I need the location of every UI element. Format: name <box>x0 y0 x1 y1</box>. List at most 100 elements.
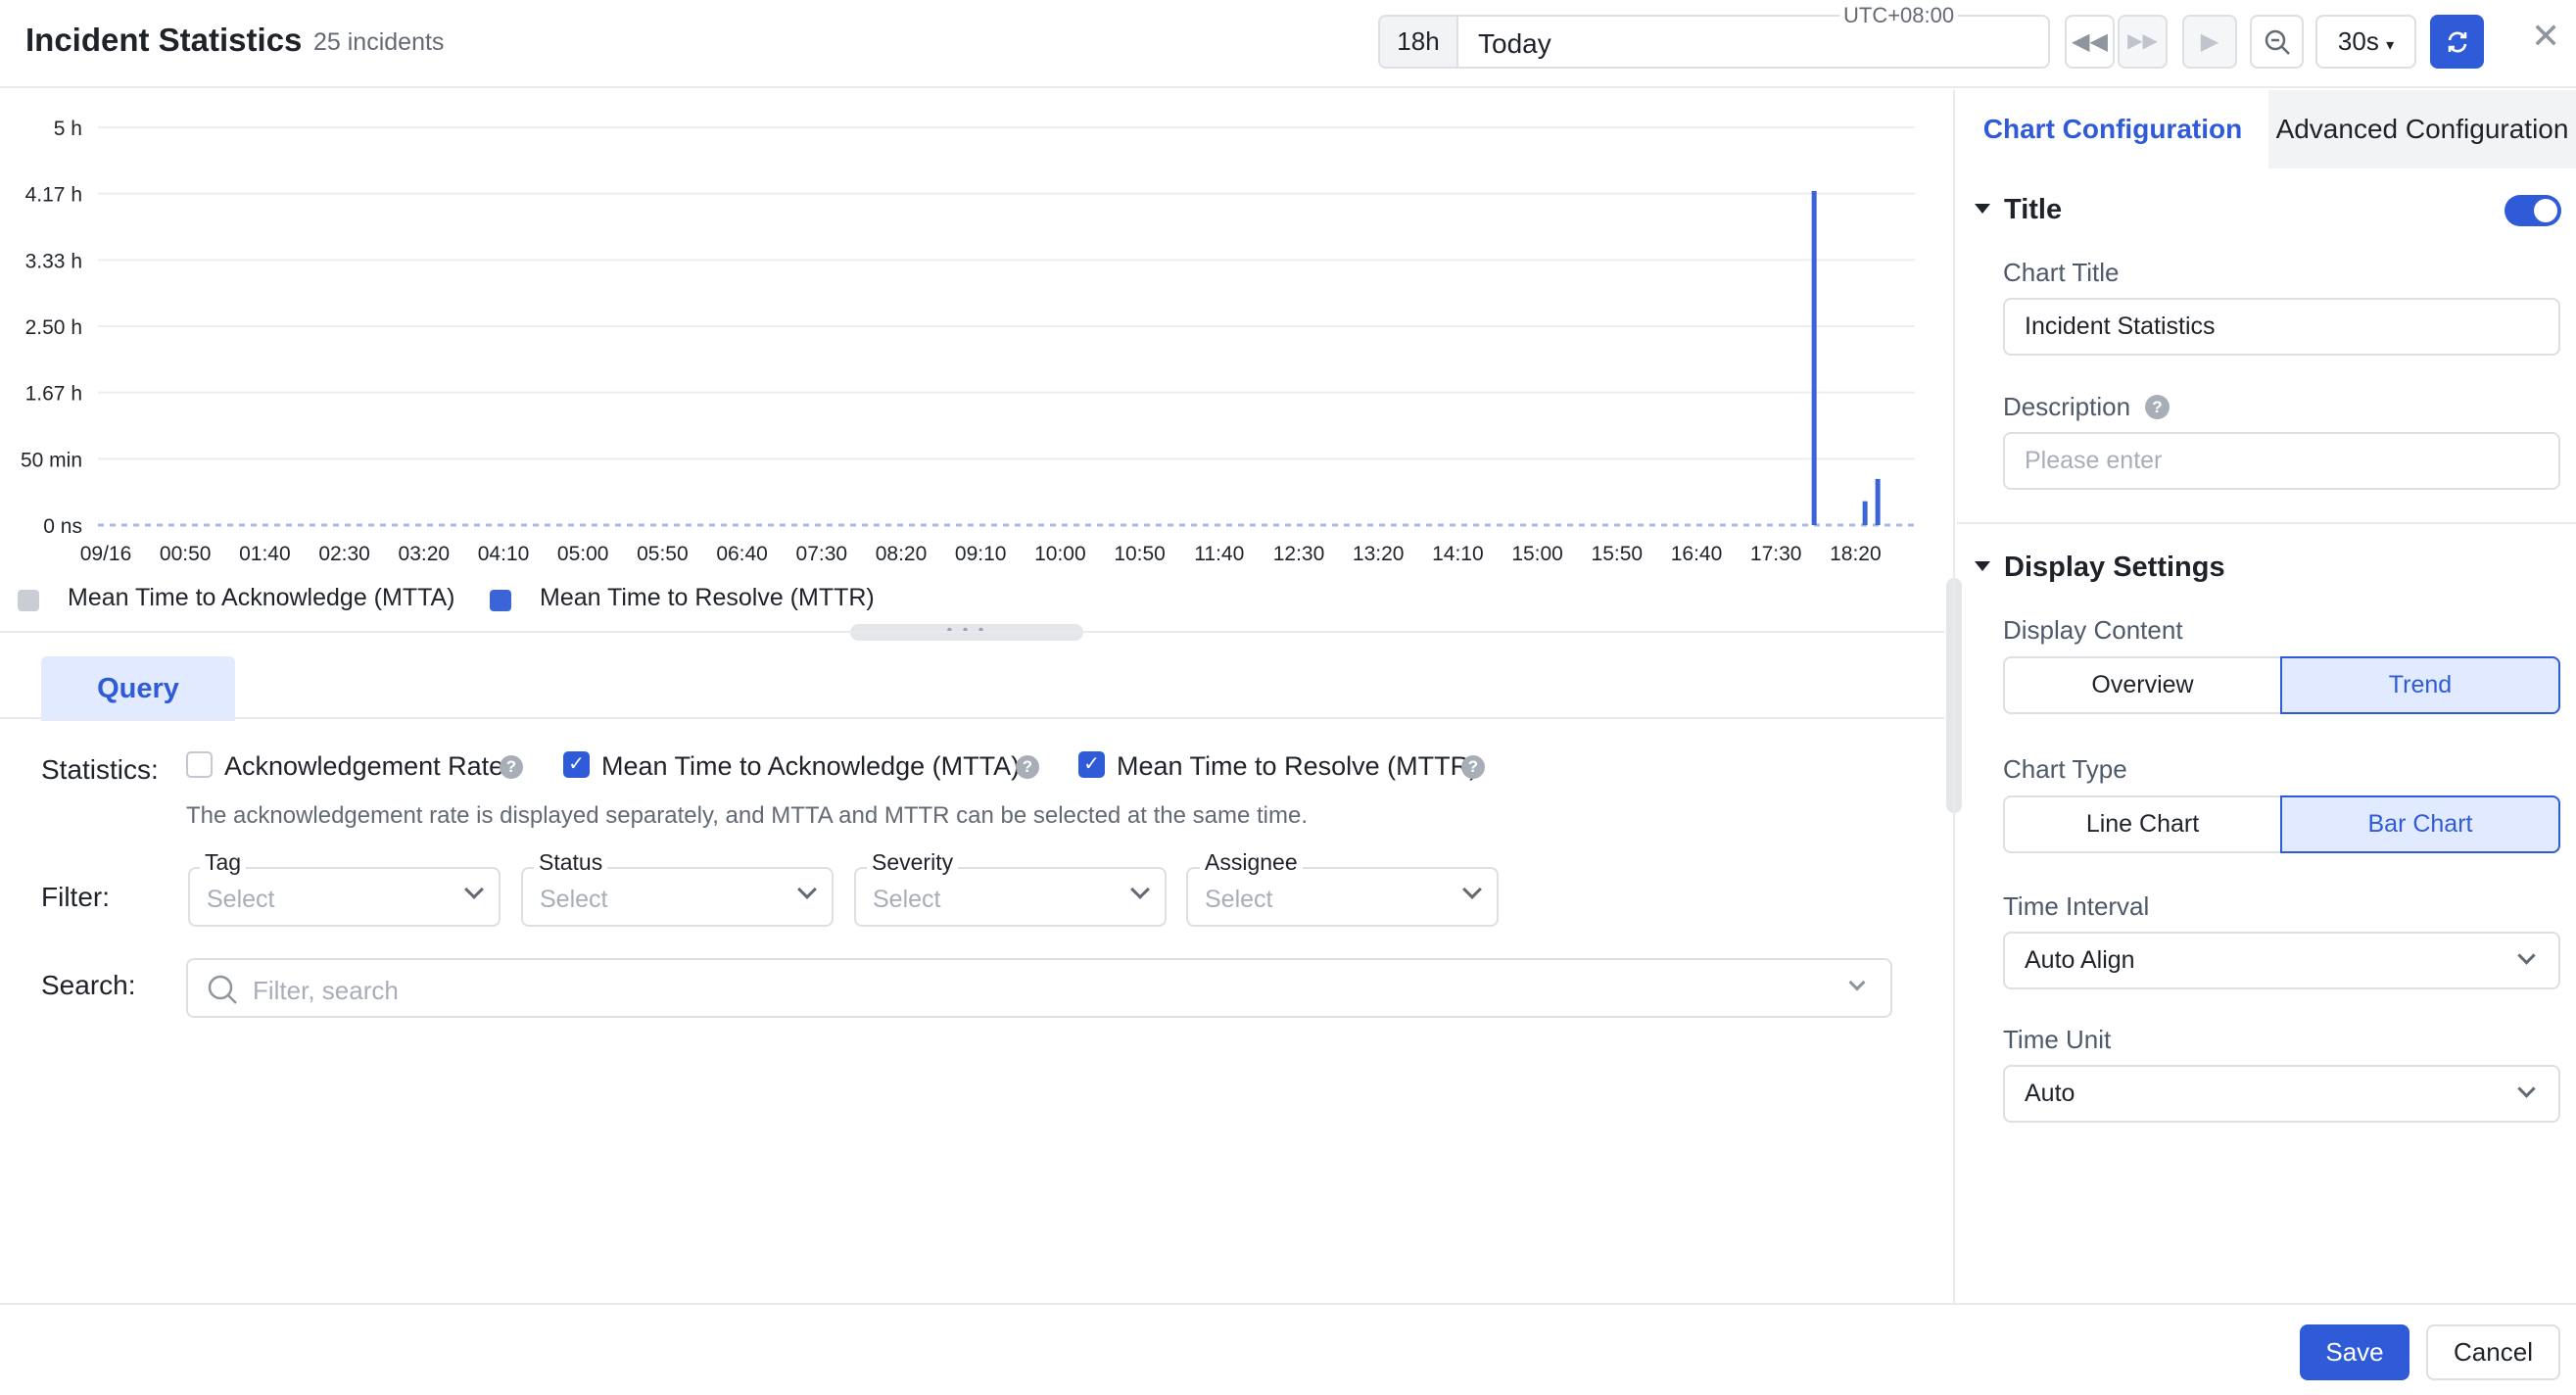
search-placeholder: Filter, search <box>253 976 399 1005</box>
incident-chart: 5 h 4.17 h 3.33 h 2.50 h 1.67 h 50 min 0 ns 09/… <box>21 118 1915 565</box>
severity-select[interactable]: Select <box>854 867 1167 927</box>
y-tick-label: 50 min <box>21 449 82 471</box>
close-icon[interactable]: ✕ <box>2531 16 2560 57</box>
chevron-down-icon <box>2517 946 2536 965</box>
x-tick-label: 12:30 <box>1273 543 1325 565</box>
time-unit-label: Time Unit <box>2003 1025 2112 1054</box>
assignee-select[interactable]: Select <box>1186 867 1499 927</box>
y-tick-label: 5 h <box>54 118 82 140</box>
fast-forward-button[interactable]: ▶▶ <box>2118 15 2168 69</box>
status-select-placeholder: Select <box>540 886 608 913</box>
chart-type-bar[interactable]: Bar Chart <box>2280 795 2560 853</box>
help-icon[interactable]: ? <box>1461 755 1485 779</box>
mtta-label[interactable]: Mean Time to Acknowledge (MTTA) <box>601 751 1020 782</box>
chevron-down-icon: ▾ <box>2386 37 2395 54</box>
x-tick-label: 10:00 <box>1034 543 1086 565</box>
mttr-bar[interactable] <box>1811 190 1817 525</box>
caret-down-icon <box>1975 561 1990 572</box>
section-display-settings-label: Display Settings <box>2004 552 2225 583</box>
play-button[interactable]: ▶ <box>2182 15 2237 69</box>
refresh-button[interactable] <box>2430 15 2484 69</box>
display-content-trend[interactable]: Trend <box>2280 656 2560 714</box>
play-icon: ▶ <box>2200 28 2219 55</box>
x-tick-label: 09/16 <box>80 543 132 565</box>
zoom-out-icon <box>2265 29 2290 55</box>
legend-swatch-mtta <box>18 590 39 611</box>
x-tick-label: 14:10 <box>1432 543 1484 565</box>
description-input[interactable]: Please enter <box>2003 432 2560 490</box>
x-tick-label: 05:50 <box>637 543 689 565</box>
chart-title-label: Chart Title <box>2003 258 2120 287</box>
rewind-icon: ◀◀ <box>2072 28 2108 55</box>
mttr-label[interactable]: Mean Time to Resolve (MTTR) <box>1117 751 1478 782</box>
x-tick-label: 11:40 <box>1194 543 1244 565</box>
cancel-button[interactable]: Cancel <box>2426 1324 2560 1380</box>
time-range-badge[interactable]: 18h <box>1380 17 1458 67</box>
zoom-out-button[interactable] <box>2250 15 2304 69</box>
status-select[interactable]: Select <box>521 867 834 927</box>
save-button[interactable]: Save <box>2300 1324 2409 1380</box>
tag-select-label: Tag <box>200 849 247 876</box>
chevron-down-icon <box>464 880 484 899</box>
section-display-settings[interactable]: Display Settings <box>1975 552 2225 584</box>
dialog-header: Incident Statistics 25 incidents 18h Tod… <box>0 0 2576 88</box>
tab-chart-configuration[interactable]: Chart Configuration <box>1957 90 2268 168</box>
y-tick-label: 3.33 h <box>25 250 82 272</box>
x-tick-label: 04:10 <box>478 543 530 565</box>
statistics-label: Statistics: <box>41 754 159 785</box>
y-tick-label: 4.17 h <box>25 184 82 207</box>
severity-select-placeholder: Select <box>873 886 941 913</box>
checkmark-icon: ✓ <box>568 753 585 775</box>
help-icon[interactable]: ? <box>2145 395 2170 419</box>
tab-query[interactable]: Query <box>41 656 235 721</box>
x-tick-label: 08:20 <box>876 543 928 565</box>
chevron-down-icon <box>797 880 817 899</box>
mttr-bar[interactable] <box>1862 501 1868 525</box>
help-icon[interactable]: ? <box>500 755 523 779</box>
display-content-segmented: Overview Trend <box>2003 656 2560 714</box>
legend-swatch-mttr <box>490 590 511 611</box>
mtta-checkbox[interactable]: ✓ <box>563 751 590 778</box>
y-tick-label: 2.50 h <box>25 316 82 339</box>
x-tick-label: 05:00 <box>557 543 609 565</box>
divider <box>1957 522 2576 524</box>
mttr-bar[interactable] <box>1875 478 1881 525</box>
chevron-down-icon <box>1130 880 1150 899</box>
tag-select[interactable]: Select <box>188 867 501 927</box>
title-toggle[interactable] <box>2504 195 2561 226</box>
x-tick-label: 03:20 <box>399 543 451 565</box>
x-tick-label: 15:50 <box>1592 543 1644 565</box>
dialog-footer <box>0 1303 2576 1395</box>
acknowledgement-rate-label[interactable]: Acknowledgement Rate <box>224 751 503 782</box>
tab-advanced-configuration[interactable]: Advanced Configuration <box>2268 90 2576 168</box>
x-tick-label: 18:20 <box>1830 543 1882 565</box>
time-unit-select[interactable]: Auto <box>2003 1065 2560 1123</box>
time-interval-select[interactable]: Auto Align <box>2003 932 2560 989</box>
chevron-down-icon <box>1462 880 1482 899</box>
severity-select-label: Severity <box>867 849 959 876</box>
section-title-label: Title <box>2004 194 2063 225</box>
mttr-checkbox[interactable]: ✓ <box>1078 751 1105 778</box>
chart-type-segmented: Line Chart Bar Chart <box>2003 795 2560 853</box>
time-interval-label: Time Interval <box>2003 891 2150 921</box>
dialog-title: Incident Statistics <box>25 22 303 58</box>
x-tick-label: 15:00 <box>1511 543 1563 565</box>
refresh-interval-select[interactable]: 30s ▾ <box>2315 15 2416 69</box>
display-content-overview[interactable]: Overview <box>2003 656 2282 714</box>
rewind-button[interactable]: ◀◀ <box>2065 15 2115 69</box>
time-range-text[interactable]: Today <box>1478 28 1551 60</box>
x-tick-label: 13:20 <box>1353 543 1405 565</box>
fast-forward-icon: ▶▶ <box>2127 30 2158 52</box>
chart-type-line[interactable]: Line Chart <box>2003 795 2282 853</box>
section-title[interactable]: Title <box>1975 194 2062 226</box>
chevron-down-icon <box>1848 974 1866 991</box>
chart-title-input[interactable]: Incident Statistics <box>2003 298 2560 356</box>
x-tick-label: 07:30 <box>796 543 848 565</box>
acknowledgement-rate-checkbox[interactable] <box>186 751 213 778</box>
y-tick-label: 0 ns <box>43 515 82 538</box>
toggle-knob <box>2534 199 2557 222</box>
display-content-label: Display Content <box>2003 615 2183 645</box>
help-icon[interactable]: ? <box>1016 755 1039 779</box>
search-input[interactable]: Filter, search <box>186 958 1892 1018</box>
checkmark-icon: ✓ <box>1083 753 1100 775</box>
